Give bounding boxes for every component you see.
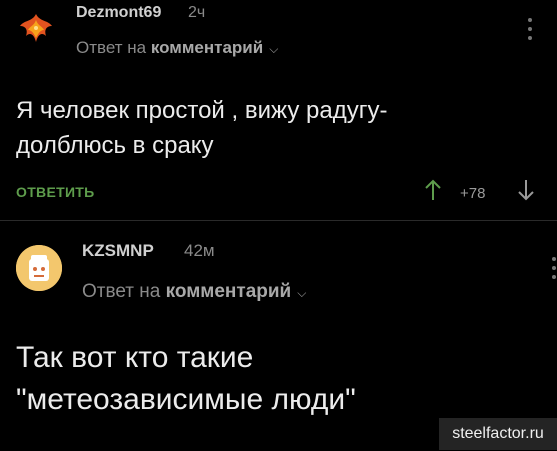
comment: KZSMNP 42м Ответ на комментарий ⌵ Так вот… [0,220,557,451]
comment-text: Я человек простой , вижу радугу- долблюс… [16,94,536,164]
watermark: steelfactor.ru [439,418,557,450]
reply-to-link[interactable]: Ответ на комментарий ⌵ [76,38,278,58]
timestamp: 42м [184,241,215,260]
downvote-arrow-icon[interactable] [515,178,537,202]
timestamp: 2ч [188,4,206,21]
reply-button[interactable]: ОТВЕТИТЬ [16,184,95,200]
comment-text-line: Так вот кто такие [16,341,254,374]
comment: Dezmont69 2ч Ответ на комментарий ⌵ Я чел… [0,0,557,220]
reply-to-link[interactable]: Ответ на комментарий ⌵ [82,281,306,303]
comment-text-line: долблюсь в сраку [16,131,214,159]
chevron-down-icon[interactable]: ⌵ [297,286,306,301]
more-options-icon[interactable] [528,18,534,45]
reply-prefix: Ответ на [82,281,161,302]
rating: +78 [460,185,486,202]
comment-text-line: "метеозависимые люди" [16,383,356,416]
more-options-icon[interactable] [552,257,557,284]
chevron-down-icon[interactable]: ⌵ [269,42,278,57]
upvote-arrow-icon[interactable] [422,178,444,202]
username[interactable]: Dezmont69 [76,4,161,22]
reply-target[interactable]: комментарий [166,281,292,302]
comment-text-line: Я человек простой , вижу радугу- [16,97,388,124]
username[interactable]: KZSMNP [82,241,154,261]
reply-target[interactable]: комментарий [151,38,263,57]
reply-prefix: Ответ на [76,38,147,57]
phoenix-avatar-icon[interactable] [14,8,58,52]
cartoon-avatar-icon[interactable] [16,245,62,291]
comment-text: Так вот кто такие "метеозависимые люди" [16,337,556,421]
